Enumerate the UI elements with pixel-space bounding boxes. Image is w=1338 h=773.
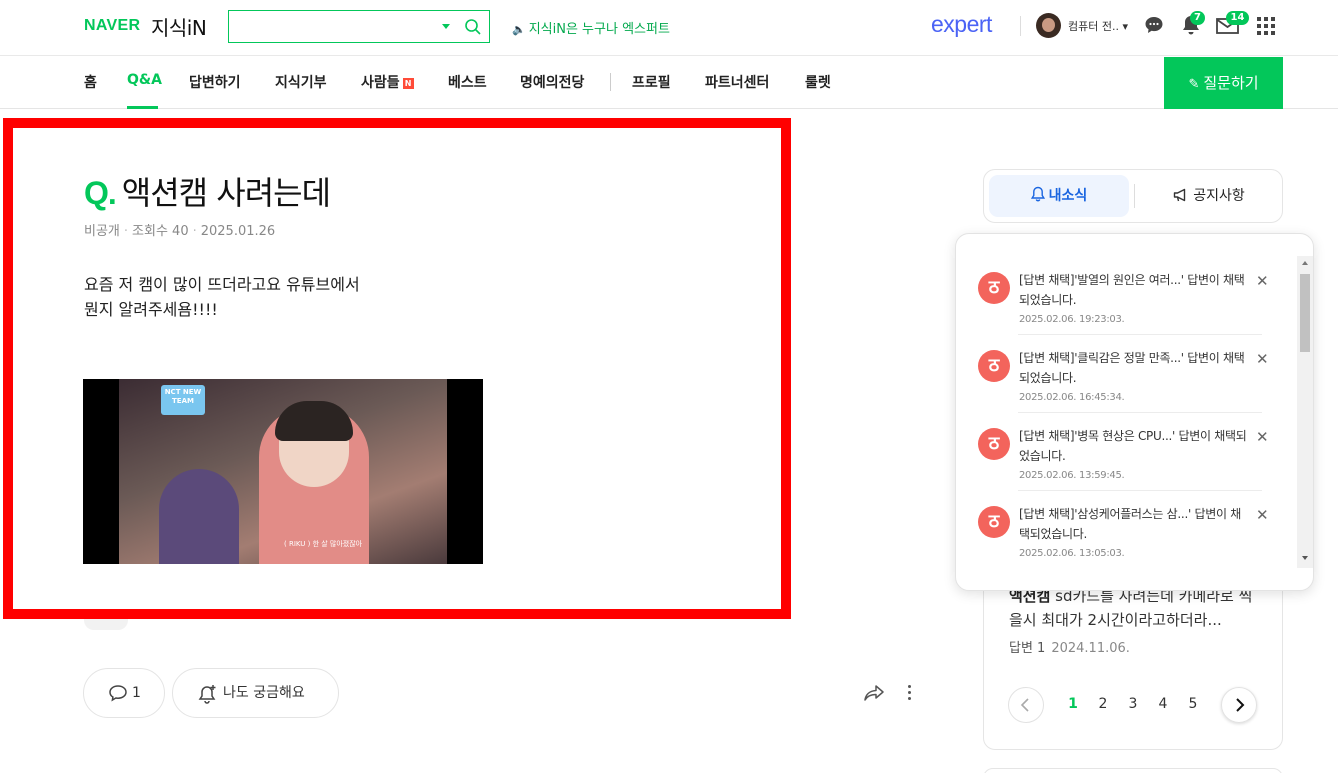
speaker-icon: 🔈 <box>512 23 526 36</box>
megaphone-icon <box>1174 188 1186 202</box>
notification-divider <box>1018 412 1262 413</box>
notice-link[interactable]: 🔈 지식iN은 누구나 엑스퍼트 <box>512 18 670 37</box>
related-question-title[interactable]: 액션캠 sd카드를 사려는데 카메라로 찍을시 최대가 2시간이라고하더라... <box>1009 584 1259 632</box>
pager-page[interactable]: 1 <box>1065 696 1081 712</box>
header-divider <box>1020 16 1021 36</box>
notification-date: 2025.02.06. 13:59:45. <box>1019 470 1125 481</box>
nav-divider <box>610 73 611 91</box>
tab-my-news[interactable]: 내소식 <box>989 175 1129 217</box>
notification-item[interactable]: ठ [답변 채택]'발열의 원인은 여러...' 답변이 채택되었습니다. 20… <box>978 262 1269 340</box>
ask-question-button[interactable]: ✎ 질문하기 <box>1164 57 1283 109</box>
scroll-down-arrow-icon[interactable] <box>1302 556 1308 560</box>
close-icon[interactable]: ✕ <box>1256 272 1269 290</box>
search-icon[interactable] <box>464 18 482 36</box>
notification-date: 2025.02.06. 19:23:03. <box>1019 314 1125 325</box>
pager-page[interactable]: 5 <box>1185 696 1201 712</box>
notification-popup: ठ [답변 채택]'발열의 원인은 여러...' 답변이 채택되었습니다. 20… <box>955 233 1314 591</box>
bell-count-badge: 7 <box>1190 11 1205 25</box>
curious-button[interactable]: 나도 궁금해요 <box>172 668 339 718</box>
nav-best[interactable]: 베스트 <box>448 72 487 92</box>
nav-hall-of-fame[interactable]: 명예의전당 <box>520 72 584 92</box>
notification-text: [답변 채택]'삼성케어플러스는 삼...' 답변이 채택되었습니다. <box>1019 507 1241 541</box>
nav-answer[interactable]: 답변하기 <box>189 72 241 92</box>
ask-question-label: 질문하기 <box>1203 74 1259 92</box>
related-question-meta: 답변 1 2024.11.06. <box>1009 637 1130 656</box>
close-icon[interactable]: ✕ <box>1256 350 1269 368</box>
adopted-answer-icon: ठ <box>978 272 1010 304</box>
apps-grid-icon[interactable] <box>1257 17 1275 35</box>
naver-logo[interactable]: NAVER <box>84 17 140 35</box>
nav-home[interactable]: 홈 <box>84 72 97 92</box>
nav-partner-center[interactable]: 파트너센터 <box>705 72 769 92</box>
related-answer-count: 답변 1 <box>1009 641 1046 656</box>
nav-people[interactable]: 사람들 N <box>361 72 414 92</box>
chevron-left-icon <box>1020 698 1029 712</box>
nav-qna[interactable]: Q&A <box>127 72 162 88</box>
tab-notice[interactable]: 공지사항 <box>1139 175 1279 217</box>
scroll-up-arrow-icon[interactable] <box>1302 261 1308 265</box>
comment-count: 1 <box>132 685 141 701</box>
notification-divider <box>1018 490 1262 491</box>
nav-active-indicator <box>127 106 158 109</box>
tab-my-news-label: 내소식 <box>1048 188 1088 204</box>
more-options-icon[interactable] <box>908 685 912 701</box>
chevron-right-icon <box>1236 698 1245 712</box>
expert-logo[interactable]: expert <box>931 11 992 38</box>
notification-text: [답변 채택]'병목 현상은 CPU...' 답변이 채택되었습니다. <box>1019 429 1247 463</box>
nav-people-label: 사람들 <box>361 75 400 91</box>
tab-notice-label: 공지사항 <box>1193 188 1245 204</box>
notification-date: 2025.02.06. 16:45:34. <box>1019 392 1125 403</box>
adopted-answer-icon: ठ <box>978 506 1010 538</box>
notification-item[interactable]: ठ [답변 채택]'삼성케어플러스는 삼...' 답변이 채택되었습니다. 20… <box>978 496 1269 574</box>
pager-page[interactable]: 2 <box>1095 696 1111 712</box>
comment-icon <box>109 685 127 702</box>
main-nav: 홈 Q&A 답변하기 지식기부 사람들 N 베스트 명예의전당 프로필 파트너센터… <box>0 57 1338 109</box>
avatar[interactable] <box>1036 13 1061 38</box>
close-icon[interactable]: ✕ <box>1256 506 1269 524</box>
pager-page[interactable]: 3 <box>1125 696 1141 712</box>
notice-text: 지식iN은 누구나 엑스퍼트 <box>528 22 670 37</box>
nav-roulette[interactable]: 룰렛 <box>805 72 831 92</box>
notification-divider <box>1018 334 1262 335</box>
close-icon[interactable]: ✕ <box>1256 428 1269 446</box>
new-badge: N <box>402 78 414 89</box>
adopted-answer-icon: ठ <box>978 428 1010 460</box>
notification-item[interactable]: ठ [답변 채택]'클릭감은 정말 만족...' 답변이 채택되었습니다. 20… <box>978 340 1269 418</box>
sidebar-next-box <box>983 768 1283 773</box>
bell-plus-icon <box>198 685 216 704</box>
related-date: 2024.11.06. <box>1051 641 1130 656</box>
search-input[interactable] <box>228 10 490 43</box>
nav-donate[interactable]: 지식기부 <box>275 72 327 92</box>
notification-item[interactable]: ठ [답변 채택]'병목 현상은 CPU...' 답변이 채택되었습니다. 20… <box>978 418 1269 496</box>
pager-next-button[interactable] <box>1221 687 1257 723</box>
top-header: NAVER 지식iN 🔈 지식iN은 누구나 엑스퍼트 expert 컴퓨터 전.… <box>0 0 1338 56</box>
user-menu[interactable]: 컴퓨터 전.. ▾ <box>1068 18 1128 34</box>
pager-prev-button[interactable] <box>1008 687 1044 723</box>
user-name-label: 컴퓨터 전.. <box>1068 20 1119 33</box>
pencil-icon: ✎ <box>1188 77 1200 92</box>
jisikin-logo[interactable]: 지식iN <box>151 12 207 41</box>
tab-divider <box>1134 184 1135 208</box>
search-dropdown-icon[interactable] <box>442 24 450 29</box>
share-icon[interactable] <box>863 684 885 702</box>
highlight-frame <box>3 118 791 619</box>
notification-text: [답변 채택]'클릭감은 정말 만족...' 답변이 채택되었습니다. <box>1019 351 1245 385</box>
popup-scrollbar-thumb[interactable] <box>1300 274 1310 352</box>
nav-profile[interactable]: 프로필 <box>632 72 671 92</box>
pager-page[interactable]: 4 <box>1155 696 1171 712</box>
adopted-answer-icon: ठ <box>978 350 1010 382</box>
comment-button[interactable]: 1 <box>83 668 165 718</box>
chat-icon[interactable] <box>1144 15 1164 35</box>
curious-label: 나도 궁금해요 <box>223 685 305 701</box>
notification-text: [답변 채택]'발열의 원인은 여러...' 답변이 채택되었습니다. <box>1019 273 1245 307</box>
sidebar-tabs: 내소식 공지사항 <box>983 169 1283 223</box>
bell-outline-icon <box>1030 186 1045 202</box>
notification-date: 2025.02.06. 13:05:03. <box>1019 548 1125 559</box>
mail-count-badge: 14 <box>1226 11 1249 25</box>
